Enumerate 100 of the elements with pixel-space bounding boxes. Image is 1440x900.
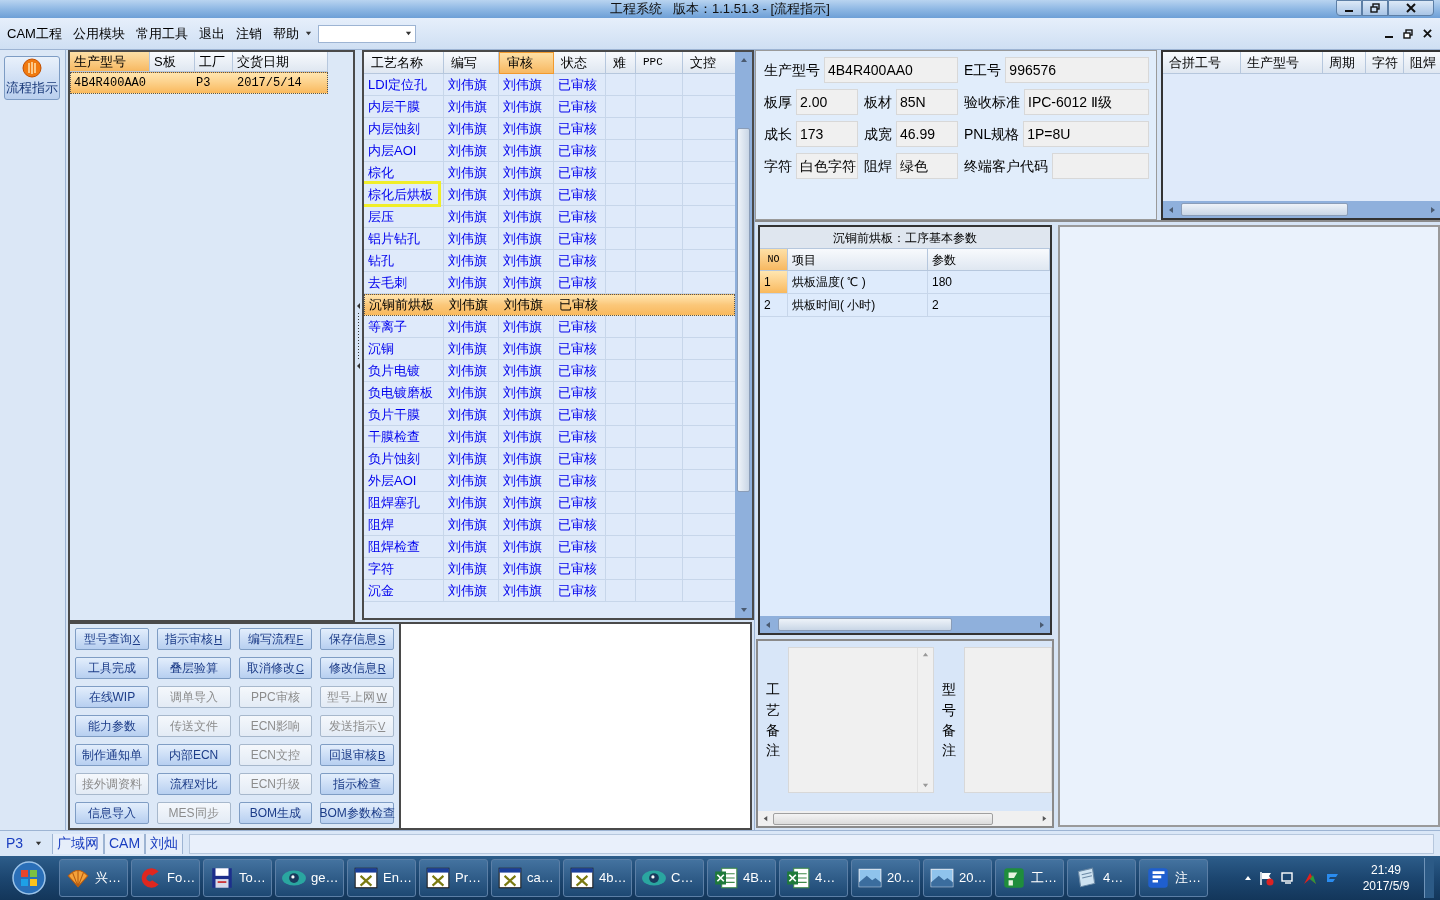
menu-item[interactable]: CAM工程 bbox=[4, 23, 65, 44]
monitor-icon[interactable] bbox=[1280, 870, 1296, 886]
column-header[interactable]: 字符 bbox=[1366, 52, 1404, 74]
table-row[interactable]: 阻焊塞孔 刘伟旗 刘伟旗 已审核 bbox=[364, 492, 735, 514]
text-field[interactable]: 4B4R400AA0 bbox=[824, 57, 958, 83]
column-header[interactable]: 参数 bbox=[928, 249, 1050, 271]
horizontal-scrollbar[interactable] bbox=[1163, 201, 1440, 218]
taskbar-button[interactable]: 4B… bbox=[707, 859, 776, 897]
table-row[interactable]: 负电镀磨板 刘伟旗 刘伟旗 已审核 bbox=[364, 382, 735, 404]
action-button[interactable]: 叠层验算 bbox=[156, 657, 231, 679]
show-hidden-icon[interactable] bbox=[1244, 874, 1252, 882]
table-row[interactable]: 沉铜前烘板 刘伟旗 刘伟旗 已审核 bbox=[364, 294, 735, 316]
scroll-right-icon[interactable] bbox=[1041, 815, 1048, 822]
dropdown-field[interactable] bbox=[317, 24, 416, 43]
status-selector[interactable]: P3 bbox=[6, 833, 52, 854]
taskbar-button[interactable]: En… bbox=[347, 859, 416, 897]
action-button[interactable]: BOM参数检查 bbox=[320, 802, 394, 824]
table-row[interactable]: LDI定位孔 刘伟旗 刘伟旗 已审核 bbox=[364, 74, 735, 96]
action-button[interactable]: 修改信息R bbox=[320, 657, 394, 679]
taskbar-button[interactable]: 4… bbox=[1067, 859, 1136, 897]
column-header[interactable]: 交货日期 bbox=[233, 52, 328, 72]
scroll-up-icon[interactable] bbox=[922, 651, 929, 658]
action-button[interactable]: 能力参数 bbox=[75, 715, 149, 737]
close-icon[interactable] bbox=[1423, 29, 1432, 38]
minimize-icon[interactable] bbox=[1385, 35, 1393, 38]
scroll-left-icon[interactable] bbox=[762, 815, 769, 822]
action-button[interactable]: 型号查询X bbox=[75, 628, 149, 650]
caret-icon[interactable] bbox=[404, 30, 412, 37]
text-field[interactable]: 白色字符 bbox=[796, 153, 858, 179]
text-field[interactable]: 85N bbox=[896, 89, 958, 115]
action-button[interactable]: 制作通知单 bbox=[75, 744, 149, 766]
column-header[interactable]: 编写 bbox=[444, 52, 499, 74]
vertical-scrollbar[interactable] bbox=[735, 52, 752, 618]
column-header[interactable]: 工艺名称 bbox=[364, 52, 444, 74]
column-header[interactable]: 工厂 bbox=[195, 52, 233, 72]
action-button[interactable]: 在线WIP bbox=[75, 686, 149, 708]
table-row[interactable]: 沉铜 刘伟旗 刘伟旗 已审核 bbox=[364, 338, 735, 360]
column-header[interactable]: PPC bbox=[636, 52, 683, 74]
action-button[interactable]: 取消修改C bbox=[238, 657, 313, 679]
table-row[interactable]: 沉金 刘伟旗 刘伟旗 已审核 bbox=[364, 580, 735, 602]
table-row[interactable]: 外层AOI 刘伟旗 刘伟旗 已审核 bbox=[364, 470, 735, 492]
column-header[interactable]: 生产型号 bbox=[70, 52, 150, 72]
nav-button[interactable]: 流程指示 bbox=[4, 56, 60, 100]
action-button[interactable]: 指示检查 bbox=[320, 773, 394, 795]
caret-icon[interactable] bbox=[304, 30, 312, 37]
scroll-left-icon[interactable] bbox=[764, 620, 772, 629]
taskbar-button[interactable]: Pr… bbox=[419, 859, 488, 897]
menu-item[interactable]: 公用模块 bbox=[69, 23, 128, 44]
menu-item[interactable]: 常用工具 bbox=[132, 23, 191, 44]
table-cell[interactable]: 1 bbox=[760, 271, 788, 294]
column-header[interactable]: 阻焊 bbox=[1404, 52, 1440, 74]
table-row[interactable]: 负片蚀刻 刘伟旗 刘伟旗 已审核 bbox=[364, 448, 735, 470]
menu-item[interactable]: 帮助 bbox=[269, 23, 302, 44]
table-row[interactable]: 4B4R400AA0 P3 2017/5/14 bbox=[70, 72, 328, 94]
taskbar-button[interactable]: 4… bbox=[779, 859, 848, 897]
taskbar-button[interactable]: ge… bbox=[275, 859, 344, 897]
table-row[interactable]: 铝片钻孔 刘伟旗 刘伟旗 已审核 bbox=[364, 228, 735, 250]
scroll-down-icon[interactable] bbox=[739, 606, 748, 614]
column-header[interactable]: 周期 bbox=[1323, 52, 1366, 74]
taskbar-button[interactable]: 兴… bbox=[59, 859, 128, 897]
clock[interactable]: 21:49 2017/5/9 bbox=[1354, 862, 1418, 894]
column-header[interactable]: NO bbox=[760, 249, 788, 271]
action-button[interactable]: 内部ECN bbox=[156, 744, 231, 766]
menu-item[interactable]: 注销 bbox=[232, 23, 265, 44]
table-row[interactable]: 钻孔 刘伟旗 刘伟旗 已审核 bbox=[364, 250, 735, 272]
scrollbar-thumb[interactable] bbox=[773, 812, 993, 825]
action-button[interactable]: 编写流程F bbox=[238, 628, 313, 650]
column-header[interactable]: 难 bbox=[606, 52, 636, 74]
table-row[interactable]: 干膜检查 刘伟旗 刘伟旗 已审核 bbox=[364, 426, 735, 448]
horizontal-scrollbar[interactable] bbox=[758, 811, 1052, 826]
restore-icon[interactable] bbox=[1403, 28, 1413, 39]
table-row[interactable]: 层压 刘伟旗 刘伟旗 已审核 bbox=[364, 206, 735, 228]
maximize-button[interactable] bbox=[1362, 0, 1388, 16]
action-button[interactable]: 工具完成 bbox=[75, 657, 149, 679]
horizontal-scrollbar[interactable] bbox=[760, 616, 1050, 633]
action-button[interactable]: BOM生成 bbox=[238, 802, 313, 824]
table-row[interactable]: 棕化 刘伟旗 刘伟旗 已审核 bbox=[364, 162, 735, 184]
column-header[interactable]: S板 bbox=[150, 52, 195, 72]
close-button[interactable] bbox=[1388, 0, 1434, 16]
text-field[interactable]: 996576 bbox=[1005, 57, 1149, 83]
text-field[interactable]: IPC-6012 Ⅱ级 bbox=[1024, 89, 1149, 115]
action-button[interactable]: 回退审核B bbox=[320, 744, 394, 766]
action-button[interactable]: 流程对比 bbox=[156, 773, 231, 795]
action-button[interactable]: 保存信息S bbox=[320, 628, 394, 650]
minimize-button[interactable] bbox=[1336, 0, 1362, 16]
taskbar-button[interactable]: C… bbox=[635, 859, 704, 897]
table-row[interactable]: 内层干膜 刘伟旗 刘伟旗 已审核 bbox=[364, 96, 735, 118]
splitter-grip-icon[interactable] bbox=[356, 301, 361, 371]
column-header[interactable]: 文控 bbox=[683, 52, 735, 74]
text-field[interactable]: 1P=8U bbox=[1023, 121, 1149, 147]
table-row[interactable]: 阻焊 刘伟旗 刘伟旗 已审核 bbox=[364, 514, 735, 536]
taskbar-button[interactable]: Fo… bbox=[131, 859, 200, 897]
column-header[interactable]: 状态 bbox=[554, 52, 606, 74]
taskbar-button[interactable]: 4b… bbox=[563, 859, 632, 897]
scrollbar-thumb[interactable] bbox=[1181, 203, 1348, 216]
column-header[interactable]: 审核 bbox=[499, 52, 554, 74]
table-row[interactable]: 阻焊检查 刘伟旗 刘伟旗 已审核 bbox=[364, 536, 735, 558]
table-row[interactable]: 等离子 刘伟旗 刘伟旗 已审核 bbox=[364, 316, 735, 338]
scroll-right-icon[interactable] bbox=[1038, 620, 1046, 629]
taskbar-button[interactable]: ca… bbox=[491, 859, 560, 897]
